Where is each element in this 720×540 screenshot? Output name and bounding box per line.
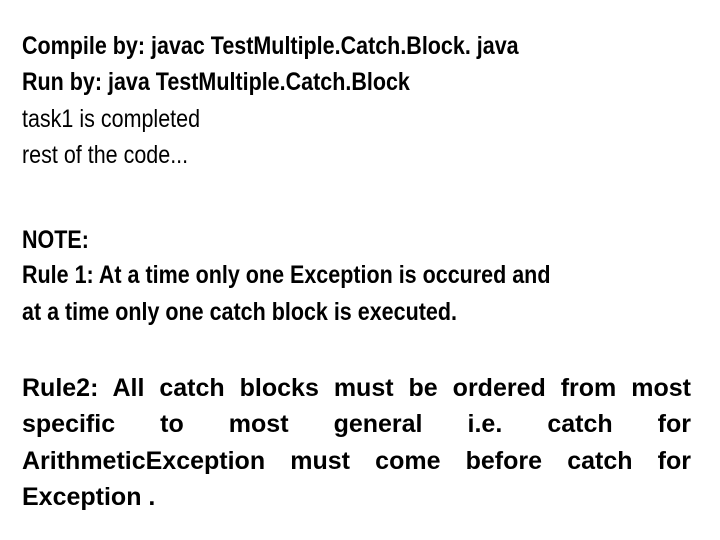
rule1-text-2: at a time only one catch block is execut…	[22, 298, 457, 326]
rule2-text-2: specific to most general i.e. catch for	[22, 410, 691, 438]
rule2-line-2: specific to most general i.e. catch for	[22, 406, 691, 442]
output-line-1: task1 is completed	[22, 101, 229, 137]
rule2-text-4: Exception .	[22, 483, 156, 511]
run-command-line: Run by: java TestMultiple.Catch.Block	[22, 64, 473, 100]
output-text-2: rest of the code...	[22, 141, 189, 169]
output-text-1: task1 is completed	[22, 105, 201, 133]
rule1-line-2: at a time only one catch block is execut…	[22, 294, 528, 330]
rule2-text-1: Rule2: All catch blocks must be ordered …	[22, 374, 691, 402]
rule2-text-3: ArithmeticException must come before cat…	[22, 447, 691, 475]
rule1-text-1: Rule 1: At a time only one Exception is …	[22, 261, 551, 289]
rule1-line-1: Rule 1: At a time only one Exception is …	[22, 257, 636, 293]
rule2-line-3: ArithmeticException must come before cat…	[22, 443, 691, 479]
note-heading: NOTE:	[22, 222, 100, 258]
compile-command-text: Compile by: javac TestMultiple.Catch.Blo…	[22, 32, 519, 60]
rule2-line-1: Rule2: All catch blocks must be ordered …	[22, 370, 691, 406]
compile-command-line: Compile by: javac TestMultiple.Catch.Blo…	[22, 28, 599, 64]
output-line-2: rest of the code...	[22, 137, 215, 173]
rule2-line-4: Exception .	[22, 479, 691, 515]
run-command-text: Run by: java TestMultiple.Catch.Block	[22, 68, 410, 96]
note-heading-text: NOTE:	[22, 226, 89, 254]
